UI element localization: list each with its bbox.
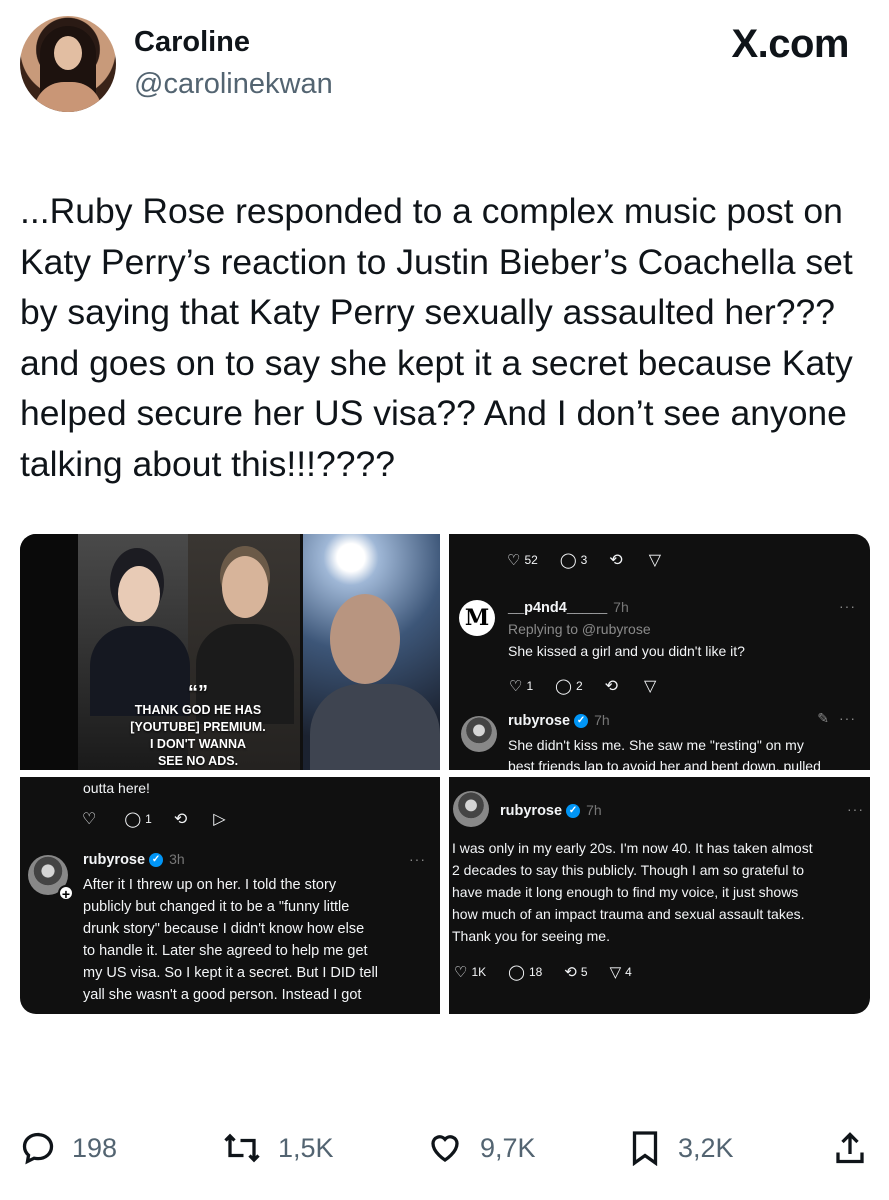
verified-icon: ✓ [149, 853, 164, 868]
ruby-username: rubyrose ✓ 3h [83, 851, 185, 868]
repost-count: 1,5K [278, 1132, 334, 1163]
reply-username: __p4nd4_____ 7h [508, 599, 629, 616]
repost-icon: ⟲ [564, 964, 577, 981]
send-icon: ▽ [644, 678, 657, 695]
ruby-line-1: After it I threw up on her. I told the s… [83, 877, 337, 893]
ruby-username: rubyrose ✓ 7h [508, 712, 610, 729]
like-stat: ♡ 52 [507, 552, 538, 569]
verified-icon: ✓ [574, 714, 589, 729]
ruby-line-3: have made it long enough to find my voic… [452, 884, 799, 900]
reply-count: 198 [72, 1132, 118, 1163]
reply-button[interactable]: 198 [20, 1130, 117, 1166]
like-button[interactable]: 9,7K [426, 1130, 536, 1166]
send-icon: ▽ [648, 552, 662, 569]
comment-icon: ◯ [508, 964, 525, 981]
media-grid[interactable]: “” THANK GOD HE HAS [YOUTUBE] PREMIUM. I… [20, 534, 870, 1014]
comment-icon: ◯ [124, 811, 142, 828]
site-logo: X.com [731, 22, 849, 66]
comment-icon: ◯ [555, 678, 572, 695]
edit-icon: ✎ [817, 710, 830, 726]
share-icon [836, 1132, 864, 1164]
reply-stat: ◯ 3 [559, 552, 588, 569]
replying-to: Replying to @rubyrose [508, 621, 651, 637]
media-image-1[interactable]: “” THANK GOD HE HAS [YOUTUBE] PREMIUM. I… [20, 534, 440, 770]
reply-stats: ♡ 1 ◯ 2 ⟲ ▽ [509, 678, 657, 695]
ruby-username: rubyrose ✓ 7h [500, 802, 602, 819]
follow-plus-icon[interactable]: + [58, 885, 74, 902]
author-avatar[interactable] [20, 16, 116, 112]
ruby-line-3: drunk story" because I didn't know how e… [83, 921, 365, 937]
send-icon: ▷ [213, 811, 226, 828]
send-icon: ▽ [609, 964, 622, 981]
ruby-line-4: to handle it. Later she agreed to help m… [83, 943, 368, 959]
ruby-line-4: how much of an impact trauma and sexual … [452, 906, 805, 922]
media-image-2[interactable]: ♡ 52 ◯ 3 ⟲ ▽ M __p4nd4_____ 7h ··· Replying… [449, 534, 870, 770]
media-image-3[interactable]: outta here! ♡ ◯ 1 ⟲ ▷ + rubyrose ✓ 3h ··· A… [20, 777, 440, 1014]
repost-icon: ⟲ [173, 811, 188, 828]
repost-button[interactable]: 1,5K [222, 1130, 334, 1166]
author-handle[interactable]: @carolinekwan [134, 68, 333, 101]
avatar-p4nd4: M [459, 600, 495, 636]
tweet-text: ...Ruby Rose responded to a complex musi… [20, 191, 853, 484]
comment-icon: ◯ [559, 552, 577, 569]
ruby-text-1: She didn't kiss me. She saw me "resting"… [508, 737, 804, 753]
repost-icon [224, 1133, 260, 1163]
more-icon: ··· [839, 710, 856, 726]
post-stats-top: ♡ 52 ◯ 3 ⟲ ▽ [507, 550, 687, 570]
reply-stat: ◯ 1 [124, 811, 152, 828]
ruby-line-1: I was only in my early 20s. I'm now 40. … [452, 840, 813, 856]
ruby-line-5: my US visa. So I kept it a secret. But I… [83, 965, 378, 981]
ruby-text-2: best friends lap to avoid her and bent d… [508, 758, 821, 770]
share-button[interactable] [832, 1130, 884, 1166]
tweet-action-bar: 198 1,5K 9,7K 3,2K [0, 1130, 889, 1180]
reply-text: She kissed a girl and you didn't like it… [508, 643, 745, 659]
heart-icon [431, 1135, 459, 1162]
author-name[interactable]: Caroline [134, 26, 250, 59]
post-stats: ♡ 1K ◯ 18 ⟲ 5 ▽ 4 [454, 964, 632, 981]
bookmark-icon [632, 1131, 658, 1166]
tweet-header: Caroline @carolinekwan X.com [20, 16, 869, 116]
avatar-rubyrose [453, 791, 489, 827]
ruby-line-5: Thank you for seeing me. [452, 928, 610, 944]
media-image-4[interactable]: rubyrose ✓ 7h ··· I was only in my early 2… [449, 777, 870, 1014]
ruby-line-2: 2 decades to say this publicly. Though I… [452, 862, 805, 878]
heart-icon: ♡ [509, 678, 523, 695]
repost-icon: ⟲ [604, 678, 619, 695]
repost-icon: ⟲ [609, 552, 623, 569]
post-stats: ♡ ◯ 1 ⟲ ▷ [82, 809, 252, 829]
avatar-rubyrose [461, 716, 497, 752]
ruby-line-6: yall she wasn't a good person. Instead I… [83, 987, 362, 1003]
heart-icon: ♡ [82, 811, 97, 828]
bookmark-count: 3,2K [678, 1132, 734, 1163]
more-icon: ··· [409, 851, 426, 867]
ruby-line-2: publicly but changed it to be a "funny l… [83, 899, 350, 915]
image-caption: “” THANK GOD HE HAS [YOUTUBE] PREMIUM. I… [130, 682, 266, 768]
more-icon: ··· [847, 801, 864, 817]
continued-text: outta here! [83, 780, 150, 796]
like-count: 9,7K [480, 1132, 536, 1163]
verified-icon: ✓ [566, 804, 581, 819]
more-icon: ··· [839, 598, 856, 614]
reply-icon [22, 1132, 54, 1165]
heart-icon: ♡ [454, 964, 468, 981]
bookmark-button[interactable]: 3,2K [628, 1130, 734, 1166]
heart-icon: ♡ [507, 552, 521, 569]
